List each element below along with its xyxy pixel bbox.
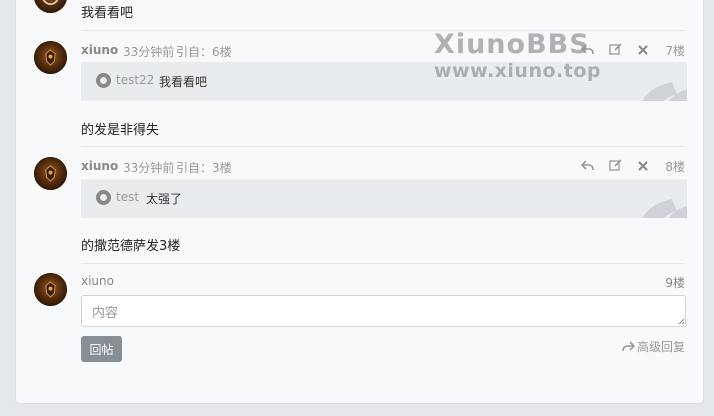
avatar[interactable] bbox=[34, 0, 67, 13]
avatar[interactable] bbox=[34, 273, 67, 306]
avatar[interactable] bbox=[34, 157, 67, 190]
post-divider bbox=[81, 263, 685, 264]
resize-grip-icon[interactable] bbox=[678, 318, 685, 325]
quote-mark-icon bbox=[642, 82, 687, 101]
quote-text: 我看看吧 bbox=[159, 75, 208, 89]
post-quote-ref: 引自：6楼 bbox=[176, 45, 232, 59]
quote-username[interactable]: test22 bbox=[116, 73, 154, 87]
post-time: 33分钟前 bbox=[123, 45, 175, 59]
post-quote-ref: 引自：3楼 bbox=[176, 161, 232, 175]
quote-text: 太强了 bbox=[146, 192, 183, 206]
advanced-reply-link[interactable]: 高级回复 bbox=[622, 338, 685, 355]
post-time: 33分钟前 bbox=[123, 161, 175, 175]
reply-submit-button[interactable]: 回帖 bbox=[81, 336, 122, 362]
close-icon[interactable] bbox=[629, 160, 657, 174]
user-shield-icon bbox=[96, 73, 111, 88]
share-arrow-icon bbox=[622, 341, 635, 352]
post-floor[interactable]: 7楼 bbox=[665, 42, 685, 59]
post-floor[interactable]: 8楼 bbox=[665, 158, 685, 175]
advanced-reply-label[interactable]: 高级回复 bbox=[637, 338, 685, 355]
quote-username[interactable]: test bbox=[116, 190, 139, 204]
post-username[interactable]: xiuno bbox=[81, 43, 118, 57]
thread-card: 我看看吧 xiuno 33分钟前 引自：6楼 7楼 test22 我看看吧 的发… bbox=[15, 0, 704, 404]
close-icon[interactable] bbox=[629, 44, 657, 58]
post-body-text: 我看看吧 bbox=[81, 6, 134, 21]
reply-floor: 9楼 bbox=[665, 276, 685, 290]
post-actions: 8楼 bbox=[573, 158, 685, 175]
watermark-url: www.xiuno.top bbox=[434, 60, 601, 82]
post-username[interactable]: xiuno bbox=[81, 159, 118, 173]
quote-block: test 太强了 bbox=[81, 179, 687, 218]
watermark: XiunoBBS www.xiuno.top bbox=[434, 29, 601, 83]
reply-arrow-icon[interactable] bbox=[573, 159, 601, 174]
post-body-text: 的撒范德萨发3楼 bbox=[81, 239, 181, 254]
reply-username: xiuno bbox=[81, 274, 114, 288]
post-body-text: 的发是非得失 bbox=[81, 123, 160, 138]
quote-mark-icon bbox=[642, 199, 687, 218]
avatar[interactable] bbox=[34, 41, 67, 74]
reply-content-input[interactable] bbox=[81, 295, 686, 327]
user-shield-icon bbox=[96, 190, 111, 205]
edit-icon[interactable] bbox=[601, 43, 629, 58]
edit-icon[interactable] bbox=[601, 159, 629, 174]
post-divider bbox=[81, 146, 685, 147]
watermark-title: XiunoBBS bbox=[434, 29, 590, 60]
